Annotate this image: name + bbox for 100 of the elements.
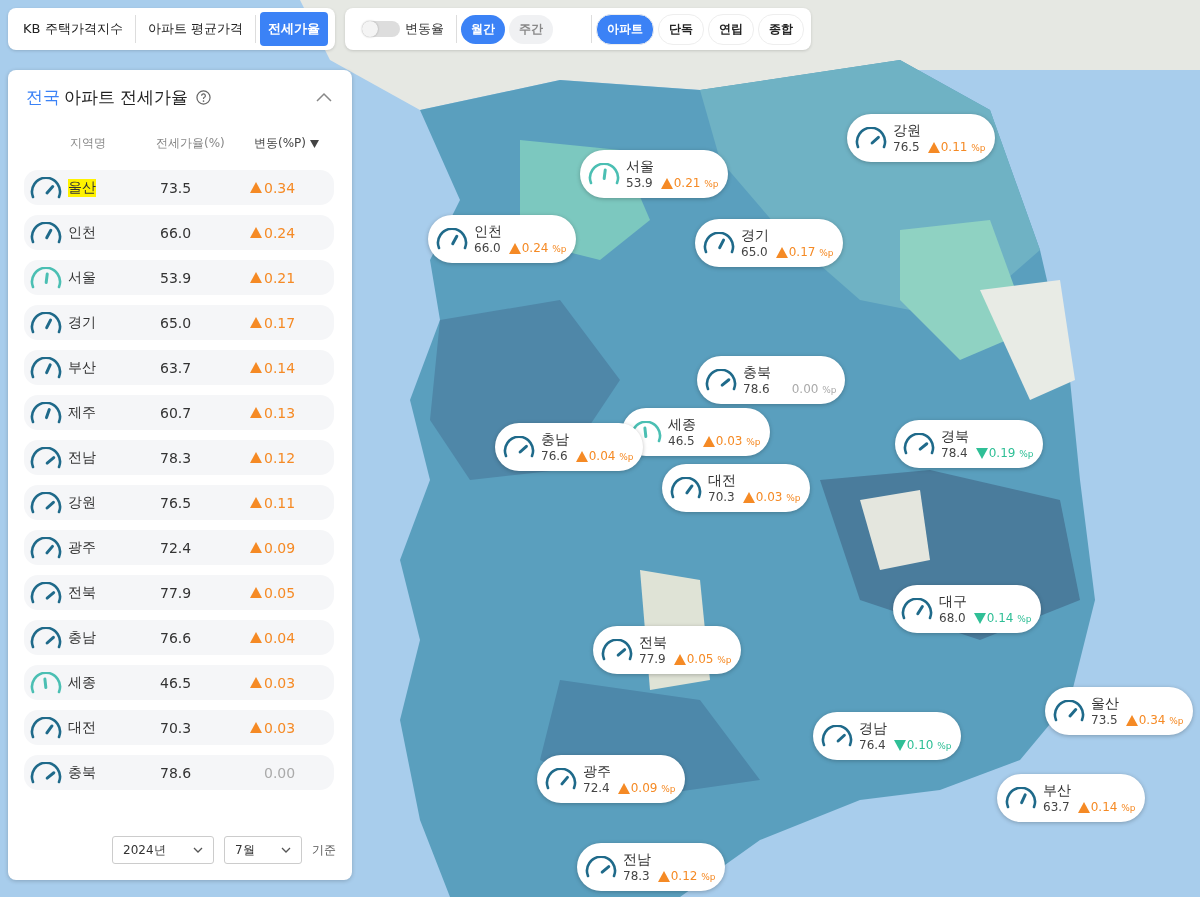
help-icon[interactable] <box>196 90 212 105</box>
marker-change: 0.00 %p <box>790 382 837 396</box>
region-marker[interactable]: 전북 77.9 0.05 %p <box>593 626 741 674</box>
region-row[interactable]: 충북 78.6 0.00 <box>24 755 334 790</box>
marker-region-name: 경북 <box>941 428 970 446</box>
column-header[interactable]: 변동(%P) <box>254 135 306 152</box>
rate-value: 76.6 <box>160 629 193 646</box>
housing-type-tab[interactable]: 연립 <box>707 13 754 45</box>
gauge-icon <box>30 626 62 649</box>
panel-title: 아파트 전세가율 <box>64 86 189 109</box>
housing-type-tab[interactable]: 아파트 <box>595 13 654 45</box>
region-marker[interactable]: 서울 53.9 0.21 %p <box>580 150 728 198</box>
rate-value: 65.0 <box>160 314 193 331</box>
gauge-icon <box>903 433 935 455</box>
region-marker[interactable]: 충북 78.6 0.00 %p <box>697 356 845 404</box>
change-value: 0.34 <box>264 179 296 196</box>
up-triangle-icon <box>775 246 788 258</box>
marker-rate: 70.3 <box>708 490 735 504</box>
chevron-down-icon[interactable] <box>281 847 291 853</box>
gauge-icon <box>30 761 62 784</box>
index-tab[interactable]: 전세가율 <box>259 12 328 46</box>
region-row[interactable]: 전남 78.3 0.12 <box>24 440 334 475</box>
up-triangle-icon <box>250 497 262 508</box>
up-triangle-icon <box>250 272 262 283</box>
up-triangle-icon <box>575 450 588 462</box>
region-row[interactable]: 대전 70.3 0.03 <box>24 710 334 745</box>
region-row[interactable]: 인천 66.0 0.24 <box>24 215 334 250</box>
marker-change: 0.12 %p <box>670 869 716 883</box>
period-tab[interactable]: 월간 <box>460 14 505 44</box>
change-value: 0.11 <box>264 494 296 511</box>
region-marker[interactable]: 대구 68.0 0.14 %p <box>893 585 1041 633</box>
marker-rate: 78.3 <box>623 869 650 883</box>
region-row[interactable]: 강원 76.5 0.11 <box>24 485 334 520</box>
gauge-icon <box>901 598 933 620</box>
gauge-icon <box>670 477 702 499</box>
rate-value: 66.0 <box>160 224 193 241</box>
gauge-icon <box>436 228 468 250</box>
down-triangle-icon <box>973 612 986 624</box>
down-triangle-icon <box>893 739 906 751</box>
up-triangle-icon <box>660 177 673 189</box>
marker-region-name: 경기 <box>741 227 770 245</box>
region-marker[interactable]: 경기 65.0 0.17 %p <box>695 219 843 267</box>
marker-change: 0.34 %p <box>1138 713 1184 727</box>
housing-type-tab[interactable]: 종합 <box>757 13 804 45</box>
region-row[interactable]: 충남 76.6 0.04 <box>24 620 334 655</box>
region-row[interactable]: 경기 65.0 0.17 <box>24 305 334 340</box>
rate-value: 78.3 <box>160 449 193 466</box>
marker-change: 0.17 %p <box>788 245 834 259</box>
region-name: 세종 <box>68 673 96 692</box>
up-triangle-icon <box>250 632 262 643</box>
region-row[interactable]: 울산 73.5 0.34 <box>24 170 334 205</box>
up-triangle-icon <box>250 362 262 373</box>
region-row[interactable]: 제주 60.7 0.13 <box>24 395 334 430</box>
chevron-down-icon[interactable] <box>193 847 203 853</box>
year-select[interactable]: 2024년 <box>112 836 214 864</box>
month-select[interactable]: 7월 <box>224 836 302 864</box>
up-triangle-icon <box>250 317 262 328</box>
region-row[interactable]: 세종 46.5 0.03 <box>24 665 334 700</box>
region-marker[interactable]: 경남 76.4 0.10 %p <box>813 712 961 760</box>
gauge-icon <box>30 356 62 379</box>
sort-icon[interactable] <box>310 139 319 148</box>
change-value: 0.04 <box>264 629 296 646</box>
toggle-switch[interactable] <box>361 21 400 37</box>
marker-rate: 46.5 <box>668 434 695 448</box>
region-marker[interactable]: 경북 78.4 0.19 %p <box>895 420 1043 468</box>
rate-value: 73.5 <box>160 179 193 196</box>
change-value: 0.17 <box>264 314 296 331</box>
marker-region-name: 충북 <box>743 364 772 382</box>
rate-value: 63.7 <box>160 359 193 376</box>
housing-type-tab[interactable]: 단독 <box>657 13 704 45</box>
region-row[interactable]: 전북 77.9 0.05 <box>24 575 334 610</box>
gauge-icon <box>585 856 617 878</box>
region-marker[interactable]: 울산 73.5 0.34 %p <box>1045 687 1193 735</box>
region-marker[interactable]: 대전 70.3 0.03 %p <box>662 464 810 512</box>
up-triangle-icon <box>1077 801 1090 813</box>
marker-rate: 65.0 <box>741 245 768 259</box>
rate-value: 76.5 <box>160 494 193 511</box>
gauge-icon <box>30 491 62 514</box>
region-marker[interactable]: 인천 66.0 0.24 %p <box>428 215 576 263</box>
region-marker[interactable]: 강원 76.5 0.11 %p <box>847 114 995 162</box>
region-row[interactable]: 부산 63.7 0.14 <box>24 350 334 385</box>
rate-value: 46.5 <box>160 674 193 691</box>
marker-change: 0.10 %p <box>906 738 952 752</box>
region-row[interactable]: 광주 72.4 0.09 <box>24 530 334 565</box>
region-row[interactable]: 서울 53.9 0.21 <box>24 260 334 295</box>
change-value: 0.05 <box>264 584 296 601</box>
region-marker[interactable]: 부산 63.7 0.14 %p <box>997 774 1145 822</box>
region-marker[interactable]: 충남 76.6 0.04 %p <box>495 423 643 471</box>
marker-rate: 63.7 <box>1043 800 1070 814</box>
column-header: 전세가율(%) <box>156 135 226 152</box>
marker-region-name: 광주 <box>583 763 612 781</box>
region-marker[interactable]: 전남 78.3 0.12 %p <box>577 843 725 891</box>
marker-rate: 66.0 <box>474 241 501 255</box>
region-marker[interactable]: 광주 72.4 0.09 %p <box>537 755 685 803</box>
region-name: 충북 <box>68 763 96 782</box>
gauge-icon <box>30 536 62 559</box>
marker-region-name: 경남 <box>859 720 888 738</box>
gauge-icon <box>1053 700 1085 722</box>
change-rate-toggle[interactable]: 변동율 <box>351 20 452 38</box>
marker-region-name: 대구 <box>939 593 968 611</box>
